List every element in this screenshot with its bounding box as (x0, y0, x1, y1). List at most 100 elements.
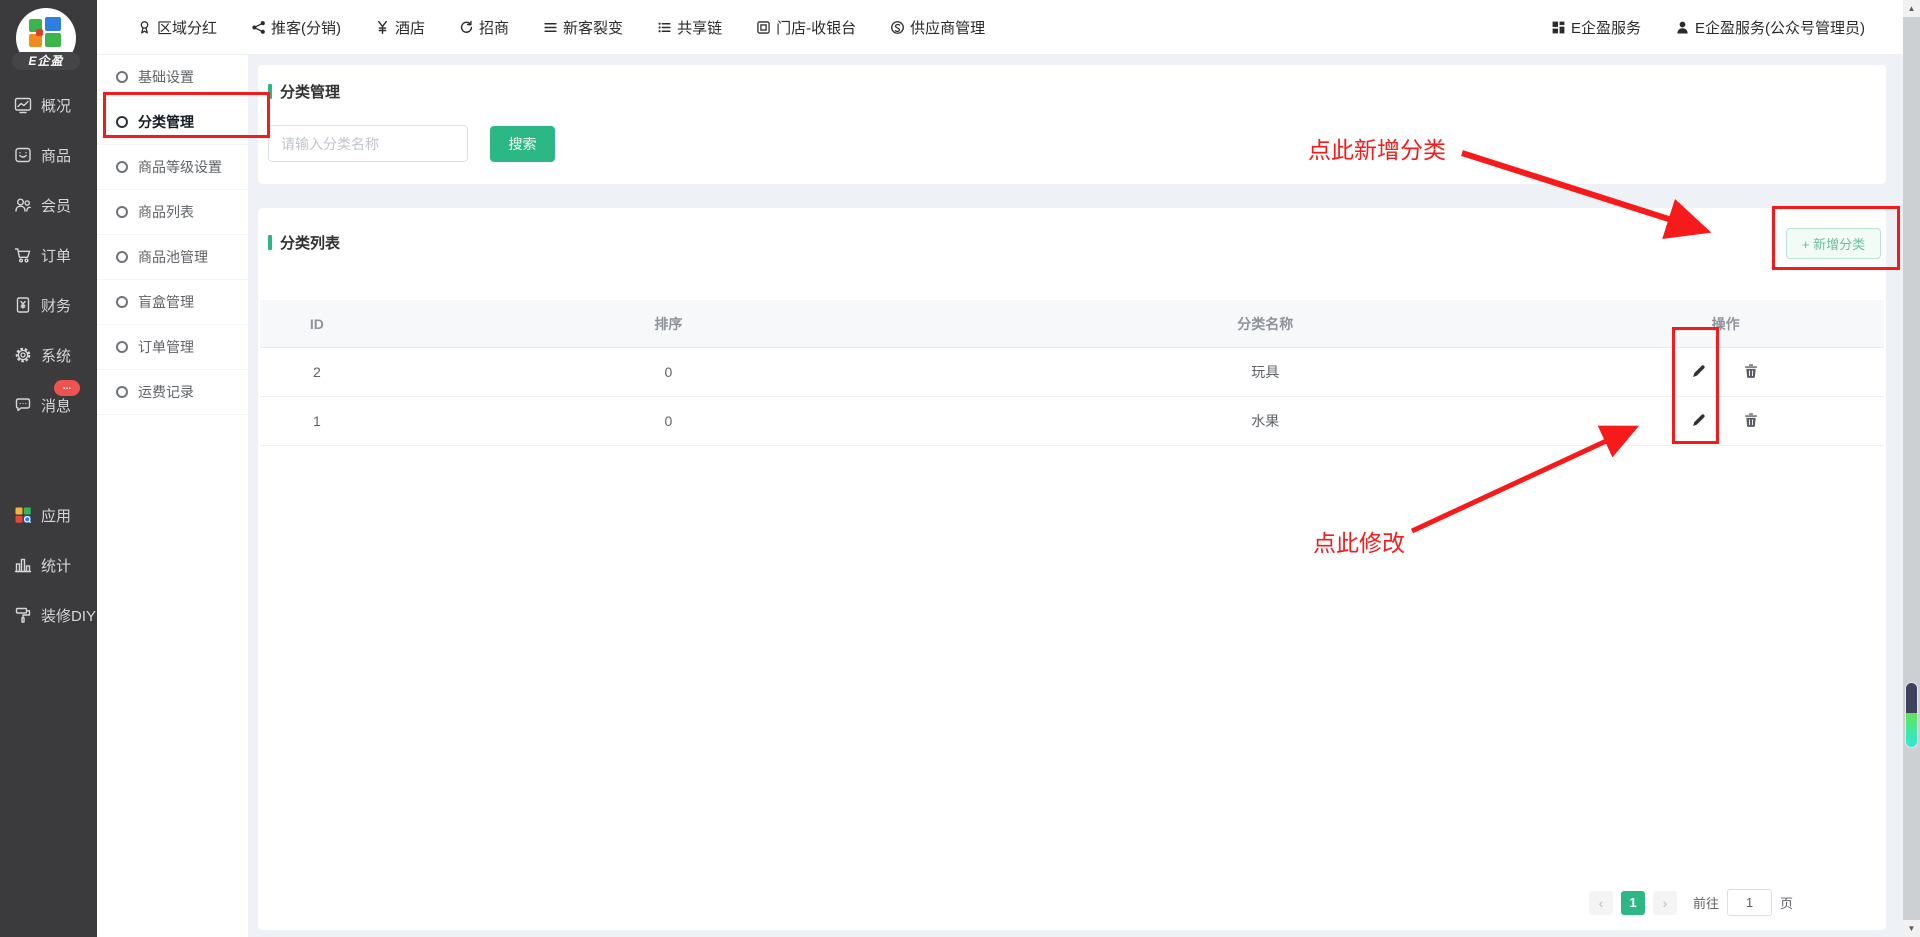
topnav-item-fission[interactable]: 新客裂变 (543, 17, 623, 38)
sidebar-item-label: 商品 (41, 145, 71, 166)
goto-page-input[interactable] (1727, 889, 1772, 916)
prev-page-button[interactable]: ‹ (1589, 891, 1613, 915)
user-icon (1675, 20, 1690, 35)
topnav-item-supplier[interactable]: 供应商管理 (890, 17, 985, 38)
submenu-item-order-management[interactable]: 订单管理 (97, 325, 248, 370)
table-header-row: ID 排序 分类名称 操作 (260, 300, 1884, 348)
topnav-label: 供应商管理 (910, 17, 985, 38)
goto-label: 前往 (1693, 893, 1719, 912)
delete-button[interactable] (1742, 362, 1762, 382)
list-card-title: 分类列表 (268, 232, 340, 253)
submenu-item-category-management[interactable]: 分类管理 (97, 100, 248, 145)
sidebar-item-label: 消息 (41, 395, 71, 416)
finance-icon (13, 295, 33, 315)
category-name-input[interactable] (268, 125, 468, 162)
sidebar-item-label: 订单 (41, 245, 71, 266)
topnav-item-store-cashier[interactable]: 门店-收银台 (756, 17, 856, 38)
filter-card-title-text: 分类管理 (280, 81, 340, 102)
sidebar-item-apps[interactable]: 应用 (0, 490, 97, 540)
sidebar-item-label: 系统 (41, 345, 71, 366)
topnav-item-investment[interactable]: 招商 (459, 17, 509, 38)
logo-text: E企盈 (12, 52, 80, 70)
submenu-label: 商品等级设置 (138, 157, 222, 177)
scrollbar-thumb[interactable] (1905, 682, 1918, 748)
submenu-item-goods-level[interactable]: 商品等级设置 (97, 145, 248, 190)
app-root: E企盈 概况 商品 会员 订单 财务 (0, 0, 1920, 937)
orders-icon (13, 245, 33, 265)
pencil-icon (1693, 414, 1705, 426)
secondary-sidebar: 基础设置 分类管理 商品等级设置 商品列表 商品池管理 盲盒管理 订单管理 运费… (97, 55, 248, 937)
sidebar-item-messages[interactable]: 消息 ... (0, 380, 97, 430)
topbar-service-label: E企盈服务 (1571, 17, 1641, 38)
topnav-item-sharechain[interactable]: 共享链 (657, 17, 722, 38)
add-category-button[interactable]: + 新增分类 (1786, 228, 1881, 259)
category-list-card: 分类列表 + 新增分类 ID 排序 分类名称 操作 2 0 玩具 (258, 208, 1886, 930)
current-page-button[interactable]: 1 (1621, 891, 1645, 915)
topnav-item-hotel[interactable]: 酒店 (375, 17, 425, 38)
topbar-service-menu[interactable]: E企盈服务 (1551, 17, 1641, 38)
sidebar-item-diy[interactable]: 装修DIY (0, 590, 97, 640)
submenu-item-basic-settings[interactable]: 基础设置 (97, 55, 248, 100)
add-category-label: 新增分类 (1813, 237, 1865, 252)
sidebar-item-label: 概况 (41, 95, 71, 116)
sidebar-item-orders[interactable]: 订单 (0, 230, 97, 280)
scroll-down-arrow-icon[interactable]: ▼ (1903, 920, 1920, 937)
title-accent-bar (268, 235, 272, 250)
topnav: 区域分红 推客(分销) 酒店 招商 新客裂变 共享链 (97, 17, 985, 38)
submenu-label: 商品列表 (138, 202, 194, 222)
table-row: 1 0 水果 (260, 397, 1884, 446)
table-row: 2 0 玩具 (260, 348, 1884, 397)
submenu-label: 盲盒管理 (138, 292, 194, 312)
sidebar-item-goods[interactable]: 商品 (0, 130, 97, 180)
store-icon (756, 20, 771, 35)
submenu-label: 运费记录 (138, 382, 194, 402)
scroll-up-arrow-icon[interactable]: ▲ (1903, 0, 1920, 17)
sidebar-item-finance[interactable]: 财务 (0, 280, 97, 330)
apps-icon (13, 505, 33, 525)
topbar-right: E企盈服务 E企盈服务(公众号管理员) (1551, 0, 1865, 55)
submenu-item-goods-pool[interactable]: 商品池管理 (97, 235, 248, 280)
cell-sort: 0 (374, 364, 964, 380)
list-icon (657, 20, 672, 35)
radio-circle-icon (116, 341, 128, 353)
radio-circle-icon (116, 116, 128, 128)
message-badge: ... (54, 380, 80, 396)
grid-icon (1551, 20, 1566, 35)
sidebar-item-label: 统计 (41, 555, 71, 576)
message-icon (13, 395, 33, 415)
radio-circle-icon (116, 206, 128, 218)
cell-id: 2 (260, 364, 374, 380)
topnav-item-region-bonus[interactable]: 区域分红 (137, 17, 217, 38)
stats-icon (13, 555, 33, 575)
submenu-item-blind-box[interactable]: 盲盒管理 (97, 280, 248, 325)
app-logo: E企盈 (16, 8, 76, 68)
share-icon (251, 20, 266, 35)
vertical-scrollbar[interactable]: ▲ ▼ (1903, 0, 1920, 937)
submenu-item-goods-list[interactable]: 商品列表 (97, 190, 248, 235)
topbar-account-menu[interactable]: E企盈服务(公众号管理员) (1675, 17, 1865, 38)
filter-card-title: 分类管理 (268, 81, 340, 102)
sidebar-menu: 概况 商品 会员 订单 财务 系统 (0, 80, 97, 640)
category-filter-card: 分类管理 搜索 (258, 65, 1886, 184)
topnav-label: 区域分红 (157, 17, 217, 38)
sidebar-item-label: 财务 (41, 295, 71, 316)
edit-button[interactable] (1690, 411, 1710, 431)
radio-circle-icon (116, 251, 128, 263)
search-button[interactable]: 搜索 (490, 126, 555, 162)
sidebar-item-members[interactable]: 会员 (0, 180, 97, 230)
sidebar-item-overview[interactable]: 概况 (0, 80, 97, 130)
system-icon (13, 345, 33, 365)
sidebar-item-system[interactable]: 系统 (0, 330, 97, 380)
trash-icon (1742, 411, 1760, 429)
edit-button[interactable] (1690, 362, 1710, 382)
next-page-button[interactable]: › (1653, 891, 1677, 915)
delete-button[interactable] (1742, 411, 1762, 431)
sidebar-item-stats[interactable]: 统计 (0, 540, 97, 590)
list-card-title-text: 分类列表 (280, 232, 340, 253)
award-icon (137, 20, 152, 35)
radio-circle-icon (116, 386, 128, 398)
submenu-item-freight-records[interactable]: 运费记录 (97, 370, 248, 415)
cell-name: 玩具 (963, 362, 1567, 382)
topnav-item-distribution[interactable]: 推客(分销) (251, 17, 341, 38)
pencil-icon (1693, 365, 1705, 377)
